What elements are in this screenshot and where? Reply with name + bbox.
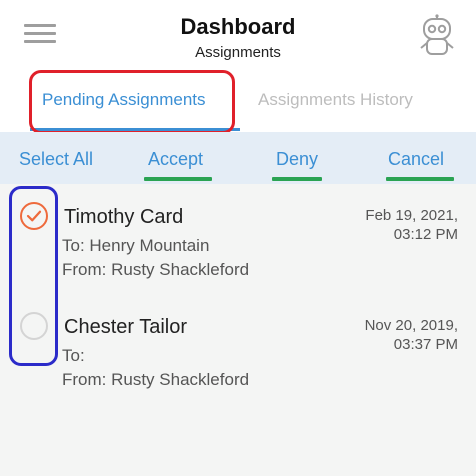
assignment-date: Nov 20, 2019, 03:37 PM bbox=[308, 316, 458, 354]
assignment-time-line: 03:12 PM bbox=[393, 226, 458, 243]
annotation-highlight-checkboxes bbox=[9, 186, 58, 366]
action-bar: Select All Accept Deny Cancel bbox=[0, 132, 476, 184]
assignment-to: To: bbox=[62, 346, 85, 365]
assignment-name: Chester Tailor bbox=[64, 316, 188, 338]
deny-button[interactable]: Deny bbox=[276, 149, 318, 170]
assignment-from: From: Rusty Shackleford bbox=[62, 370, 250, 389]
assignment-date: Feb 19, 2021, 03:12 PM bbox=[308, 206, 458, 244]
page-subtitle: Assignments bbox=[195, 44, 281, 61]
annotation-underline-accept bbox=[144, 177, 212, 181]
robot-avatar-icon[interactable] bbox=[418, 14, 456, 56]
assignment-name: Timothy Card bbox=[64, 206, 184, 228]
annotation-underline-deny bbox=[272, 177, 322, 181]
assignment-time-line: 03:37 PM bbox=[393, 336, 458, 353]
assignment-row[interactable]: Timothy Card To: Henry Mountain From: Ru… bbox=[0, 192, 476, 302]
accept-button[interactable]: Accept bbox=[148, 149, 203, 170]
assignment-row[interactable]: Chester Tailor To: From: Rusty Shacklefo… bbox=[0, 302, 476, 412]
tab-assignments-history[interactable]: Assignments History bbox=[258, 90, 413, 110]
page-title: Dashboard bbox=[180, 14, 296, 39]
assignment-date-line: Nov 20, 2019, bbox=[364, 317, 458, 334]
menu-bar bbox=[24, 40, 56, 43]
assignment-date-line: Feb 19, 2021, bbox=[365, 207, 458, 224]
assignment-to: To: Henry Mountain bbox=[62, 236, 210, 255]
cancel-button[interactable]: Cancel bbox=[388, 149, 444, 170]
assignment-from: From: Rusty Shackleford bbox=[62, 260, 250, 279]
select-all-button[interactable]: Select All bbox=[19, 149, 93, 170]
annotation-underline-cancel bbox=[386, 177, 454, 181]
app-screen: Dashboard Assignments Pending Assignment… bbox=[0, 0, 476, 476]
header: Dashboard Assignments Pending Assignment… bbox=[0, 0, 476, 134]
annotation-highlight-tab bbox=[29, 70, 235, 134]
